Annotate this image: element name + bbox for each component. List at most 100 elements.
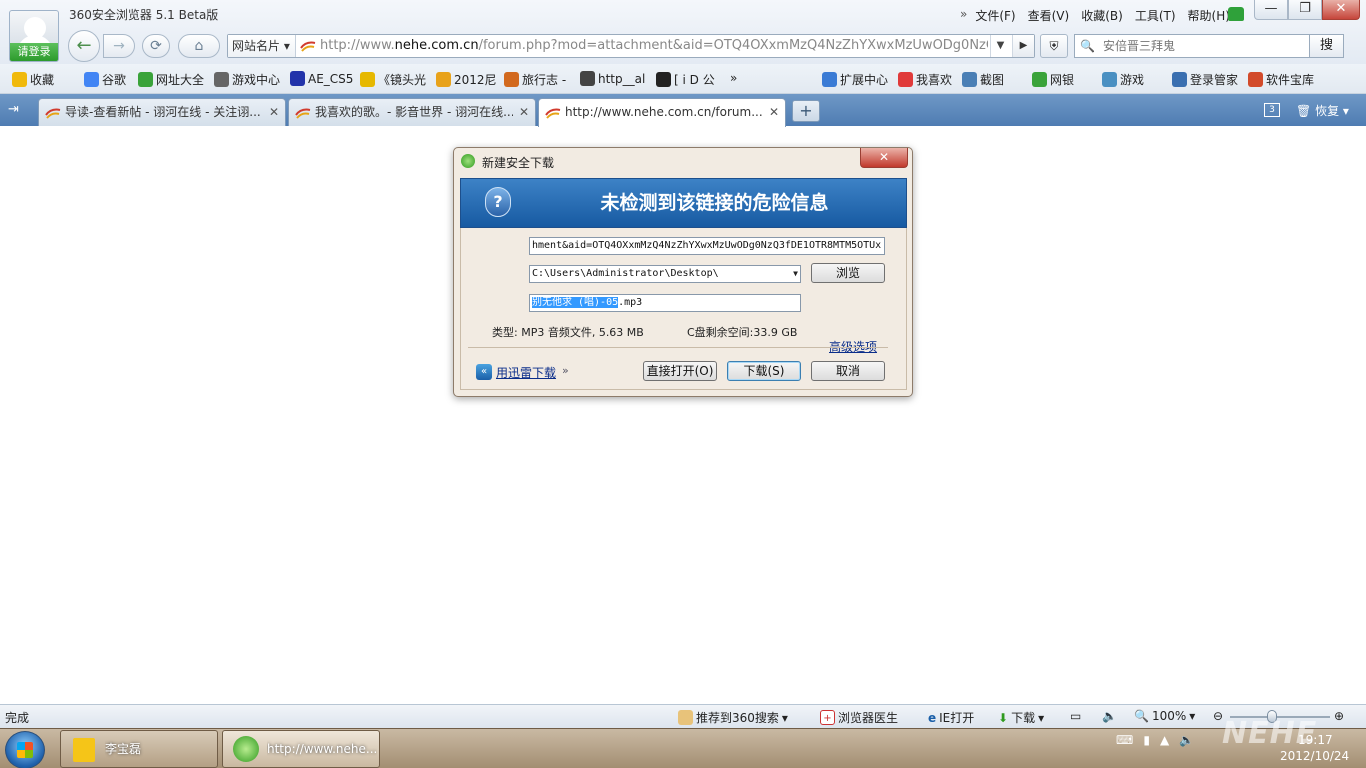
zoom-icon: 🔍 — [1134, 709, 1149, 723]
tab-bar: ⇥ 导读-查看新帖 - 诩河在线 - 关注诩... ✕ 我喜欢的歌。- 影音世界… — [0, 94, 1366, 127]
battery-icon[interactable]: ▮ — [1143, 733, 1150, 747]
banner-message: 未检测到该链接的危险信息 — [600, 192, 829, 214]
login-button[interactable]: 请登录 — [10, 43, 58, 61]
cancel-button[interactable]: 取消 — [811, 361, 885, 381]
source-url-field[interactable]: hment&aid=OTQ4OXxmMzQ4NzZhYXwxMzUwODg0Nz… — [529, 237, 885, 255]
zoom-in-icon[interactable]: ⊕ — [1334, 709, 1344, 723]
taskbar-item-browser[interactable]: http://www.nehe... — [222, 730, 380, 768]
file-name-input[interactable]: 别无他求 (唱)-05.mp3 — [529, 294, 801, 312]
site-nav-icon — [138, 72, 153, 87]
menu-tools[interactable]: 工具(T) — [1135, 7, 1176, 24]
user-avatar[interactable]: 请登录 — [9, 10, 59, 62]
security-shield-button[interactable]: ⛨ — [1040, 34, 1068, 58]
window-mode-icon[interactable]: ▭ — [1070, 709, 1081, 723]
browser-doctor-button[interactable]: + 浏览器医生 — [820, 709, 898, 726]
tab-label: 我喜欢的歌。- 影音世界 - 诩河在线... — [315, 105, 513, 119]
favorite-label: 《镜头光 — [378, 73, 427, 87]
go-button[interactable]: ▶ — [1012, 35, 1034, 57]
xunlei-expand-icon[interactable]: » — [562, 364, 569, 377]
tab-attachment-active[interactable]: http://www.nehe.com.cn/forum.... ✕ — [538, 98, 786, 127]
favorite-item[interactable]: http__al — [580, 71, 645, 86]
skin-shirt-icon[interactable] — [1228, 7, 1244, 21]
favorite-item[interactable]: 2012尼 — [436, 71, 497, 88]
restore-button[interactable]: 🗑 恢复 ▾ — [1296, 102, 1349, 119]
menu-view[interactable]: 查看(V) — [1028, 7, 1070, 24]
toolbar-key-button[interactable]: 登录管家 — [1172, 71, 1238, 88]
url-field[interactable]: http://www.nehe.com.cn/forum.php?mod=att… — [320, 35, 988, 57]
close-window-button[interactable]: ✕ — [1322, 0, 1360, 20]
xunlei-download-link[interactable]: 用迅雷下载 — [496, 364, 556, 381]
recommend-360-search-button[interactable]: 推荐到360搜索 ▾ — [678, 709, 788, 726]
closed-tabs-count-icon[interactable]: 3 — [1264, 103, 1280, 117]
minimize-button[interactable]: — — [1254, 0, 1288, 20]
new-tab-button[interactable]: + — [792, 100, 820, 122]
ie-open-label: IE打开 — [939, 711, 975, 725]
favorite-label: 2012尼 — [454, 73, 497, 87]
menu-chevron-icon[interactable]: » — [960, 7, 967, 24]
home-button[interactable]: ⌂ — [178, 34, 220, 58]
favorite-item[interactable]: 收藏 — [12, 71, 54, 88]
forward-button[interactable]: → — [103, 34, 135, 58]
favorite-item[interactable]: 谷歌 — [84, 71, 126, 88]
toolbar-game-button[interactable]: 游戏 — [1102, 71, 1144, 88]
sidebar-toggle-icon[interactable]: ⇥ — [8, 102, 19, 117]
taskbar-item-notes[interactable]: 李宝磊 — [60, 730, 218, 768]
tab-close-icon[interactable]: ✕ — [519, 99, 529, 126]
search-box[interactable]: 🔍 — [1074, 34, 1310, 58]
menu-file[interactable]: 文件(F) — [975, 7, 1015, 24]
start-button[interactable] — [5, 731, 45, 768]
toolbar-screenshot-button[interactable]: 截图 — [962, 71, 1004, 88]
taskbar-item-label: 李宝磊 — [105, 742, 142, 756]
maximize-button[interactable]: ❐ — [1288, 0, 1322, 20]
tab-label: 导读-查看新帖 - 诩河在线 - 关注诩... — [65, 105, 261, 119]
speaker-icon[interactable]: 🔈 — [1179, 733, 1194, 747]
address-bar[interactable]: 网站名片 ▾ http://www.nehe.com.cn/forum.php?… — [227, 34, 1035, 58]
favorite-item[interactable]: 旅行志 - — [504, 71, 566, 88]
menu-help[interactable]: 帮助(H) — [1188, 7, 1230, 24]
windows-taskbar: 李宝磊 http://www.nehe... ⌨ ▮ ▲ 🔈 19:17 201… — [0, 728, 1366, 768]
zoom-control[interactable]: 🔍 100% ▾ — [1134, 709, 1195, 723]
show-hidden-icons-icon[interactable]: ▲ — [1160, 733, 1169, 747]
bank-icon — [1032, 72, 1047, 87]
tab-favorite-songs[interactable]: 我喜欢的歌。- 影音世界 - 诩河在线... ✕ — [288, 98, 536, 126]
star-icon — [12, 72, 27, 87]
toolbar-software-button[interactable]: 软件宝库 — [1248, 71, 1314, 88]
favorite-item[interactable]: AE_CS5 — [290, 71, 353, 86]
search-button[interactable]: 搜 — [1310, 34, 1344, 58]
dialog-separator — [468, 347, 888, 348]
back-button[interactable]: ← — [68, 30, 100, 62]
open-directly-button[interactable]: 直接打开(O) — [643, 361, 717, 381]
favorite-label: 游戏中心 — [232, 73, 281, 87]
toolbar-label: 扩展中心 — [840, 73, 889, 87]
tab-forum-new-posts[interactable]: 导读-查看新帖 - 诩河在线 - 关注诩... ✕ — [38, 98, 286, 126]
browse-button[interactable]: 浏览 — [811, 263, 885, 283]
tab-close-icon[interactable]: ✕ — [269, 99, 279, 126]
favorites-overflow-icon[interactable]: » — [730, 71, 737, 85]
keyboard-icon[interactable]: ⌨ — [1116, 733, 1133, 747]
save-path-select[interactable]: C:\Users\Administrator\Desktop\ ▼ — [529, 265, 801, 283]
gamepad-icon — [214, 72, 229, 87]
tab-close-icon[interactable]: ✕ — [769, 99, 779, 126]
travel-icon — [504, 72, 519, 87]
download-button[interactable]: 下载(S) — [727, 361, 801, 381]
xunlei-icon: « — [476, 364, 492, 380]
favorite-item[interactable]: 游戏中心 — [214, 71, 280, 88]
menu-favorites[interactable]: 收藏(B) — [1081, 7, 1123, 24]
chevron-down-icon[interactable]: ▼ — [793, 266, 798, 282]
clock-date[interactable]: 2012/10/24 — [1280, 749, 1349, 763]
url-history-dropdown-icon[interactable]: ▼ — [990, 35, 1010, 57]
toolbar-heart-button[interactable]: 我喜欢 — [898, 71, 952, 88]
volume-icon[interactable]: 🔈 — [1102, 709, 1117, 723]
download-manager-button[interactable]: ⬇ 下载 ▾ — [998, 709, 1044, 726]
toolbar-extension-button[interactable]: 扩展中心 — [822, 71, 888, 88]
favorite-item[interactable]: [ i D 公 — [656, 71, 715, 88]
site-card-button[interactable]: 网站名片 ▾ — [228, 35, 296, 57]
google-icon — [84, 72, 99, 87]
search-input[interactable] — [1103, 35, 1303, 57]
dialog-close-button[interactable]: ✕ — [860, 148, 908, 168]
favorite-item[interactable]: 网址大全 — [138, 71, 204, 88]
toolbar-bank-button[interactable]: 网银 — [1032, 71, 1074, 88]
ie-open-button[interactable]: e IE打开 — [928, 709, 974, 726]
favorite-item[interactable]: 《镜头光 — [360, 71, 426, 88]
refresh-button[interactable]: ⟳ — [142, 34, 170, 58]
